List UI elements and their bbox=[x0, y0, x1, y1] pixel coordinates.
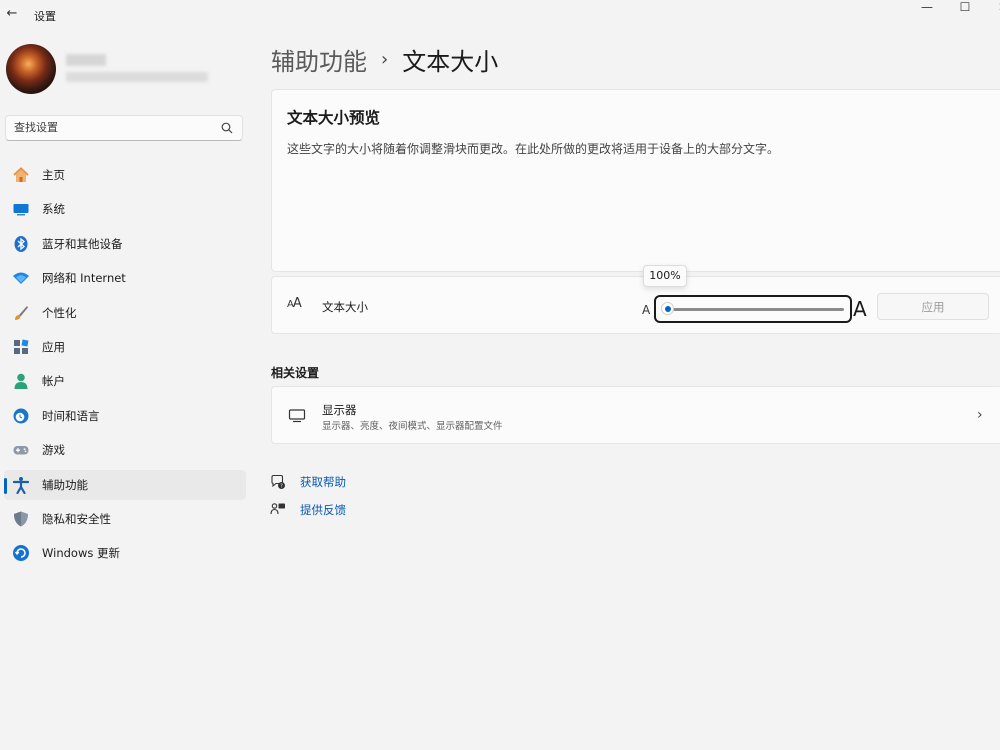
sidebar-item-label: 网络和 Internet bbox=[42, 271, 126, 286]
slider-thumb[interactable] bbox=[662, 303, 673, 314]
sidebar-item-label: 系统 bbox=[42, 202, 65, 217]
slider-track bbox=[668, 308, 844, 311]
breadcrumb: 辅助功能 › 文本大小 bbox=[271, 42, 498, 77]
gamepad-icon bbox=[12, 441, 30, 459]
related-settings-header: 相关设置 bbox=[271, 366, 320, 380]
apply-button[interactable]: 应用 bbox=[877, 293, 989, 320]
sidebar-item-windows-update[interactable]: Windows 更新 bbox=[4, 538, 246, 568]
sidebar-item-label: 蓝牙和其他设备 bbox=[42, 236, 123, 251]
brush-icon bbox=[12, 304, 30, 322]
back-button[interactable]: ← bbox=[4, 6, 20, 22]
svg-text:?: ? bbox=[280, 483, 283, 489]
breadcrumb-separator: › bbox=[381, 49, 389, 70]
maximize-button[interactable]: ☐ bbox=[950, 0, 980, 16]
sidebar-item-label: 个性化 bbox=[42, 305, 77, 320]
give-feedback-link[interactable]: 提供反馈 bbox=[270, 502, 346, 518]
slider-max-label: A bbox=[853, 297, 867, 321]
slider-value-tooltip: 100% bbox=[643, 265, 687, 287]
sidebar-item-privacy[interactable]: 隐私和安全性 bbox=[4, 504, 246, 534]
text-size-label: 文本大小 bbox=[322, 300, 368, 314]
apps-icon bbox=[12, 338, 30, 356]
globe-clock-icon bbox=[12, 407, 30, 425]
help-icon: ? bbox=[271, 474, 285, 489]
page-title: 文本大小 bbox=[402, 48, 499, 76]
slider-min-label: A bbox=[642, 303, 651, 317]
sidebar-item-home[interactable]: 主页 bbox=[4, 160, 246, 190]
sidebar-item-label: 辅助功能 bbox=[42, 477, 88, 492]
search-input[interactable] bbox=[14, 121, 214, 134]
sidebar-item-label: Windows 更新 bbox=[42, 546, 120, 561]
display-title: 显示器 bbox=[322, 403, 357, 417]
text-size-setting-card: AA 文本大小 A A 应用 bbox=[271, 276, 1000, 334]
account-icon bbox=[12, 372, 30, 390]
sidebar-item-apps[interactable]: 应用 bbox=[4, 332, 246, 362]
sidebar-item-label: 时间和语言 bbox=[42, 408, 100, 423]
update-icon bbox=[12, 544, 30, 562]
home-icon bbox=[12, 166, 30, 184]
sidebar-item-label: 游戏 bbox=[42, 443, 65, 458]
accessibility-icon bbox=[12, 476, 30, 494]
sidebar-item-personalization[interactable]: 个性化 bbox=[4, 298, 246, 328]
bluetooth-icon bbox=[12, 235, 30, 253]
sidebar-item-network[interactable]: 网络和 Internet bbox=[4, 263, 246, 293]
sidebar-item-system[interactable]: 系统 bbox=[4, 194, 246, 224]
sidebar-item-label: 帐户 bbox=[42, 374, 65, 389]
breadcrumb-parent[interactable]: 辅助功能 bbox=[271, 42, 367, 77]
sidebar-item-label: 应用 bbox=[42, 339, 65, 354]
text-size-preview-card: 文本大小预览 这些文字的大小将随着你调整滑块而更改。在此处所做的更改将适用于设备… bbox=[271, 89, 1000, 272]
sidebar-item-accounts[interactable]: 帐户 bbox=[4, 366, 246, 396]
minimize-button[interactable]: — bbox=[912, 0, 942, 16]
text-size-slider[interactable] bbox=[654, 295, 852, 323]
close-button[interactable]: ✕ bbox=[988, 0, 1000, 16]
preview-text: 这些文字的大小将随着你调整滑块而更改。在此处所做的更改将适用于设备上的大部分文字… bbox=[287, 142, 780, 156]
sidebar-item-time-language[interactable]: 时间和语言 bbox=[4, 401, 246, 431]
sidebar-item-bluetooth[interactable]: 蓝牙和其他设备 bbox=[4, 229, 246, 259]
search-box[interactable] bbox=[5, 115, 243, 141]
sidebar-item-label: 隐私和安全性 bbox=[42, 511, 111, 526]
feedback-icon bbox=[270, 503, 285, 515]
system-icon bbox=[12, 200, 30, 218]
search-icon[interactable] bbox=[220, 121, 234, 135]
sidebar-item-label: 主页 bbox=[42, 168, 65, 182]
user-email-redacted bbox=[66, 72, 208, 82]
wifi-icon bbox=[12, 269, 30, 287]
preview-title: 文本大小预览 bbox=[287, 109, 381, 127]
get-help-text[interactable]: 获取帮助 bbox=[300, 474, 346, 490]
sidebar-nav: 主页 系统 蓝牙和其他设备 网络和 Internet 个性化 应用 帐户 时间和… bbox=[4, 160, 246, 573]
text-size-icon: AA bbox=[287, 296, 302, 311]
sidebar-item-gaming[interactable]: 游戏 bbox=[4, 435, 246, 465]
avatar[interactable] bbox=[6, 44, 56, 94]
app-title: 设置 bbox=[34, 10, 56, 23]
chevron-right-icon: › bbox=[977, 407, 983, 423]
give-feedback-text[interactable]: 提供反馈 bbox=[300, 502, 346, 518]
display-subtitle: 显示器、亮度、夜间模式、显示器配置文件 bbox=[322, 421, 503, 432]
user-name-redacted bbox=[66, 54, 106, 66]
shield-icon bbox=[12, 510, 30, 528]
sidebar-item-accessibility[interactable]: 辅助功能 bbox=[4, 469, 246, 500]
get-help-link[interactable]: ? 获取帮助 bbox=[270, 474, 346, 490]
monitor-icon bbox=[288, 409, 306, 423]
display-settings-card[interactable]: 显示器 显示器、亮度、夜间模式、显示器配置文件 › bbox=[271, 386, 1000, 444]
